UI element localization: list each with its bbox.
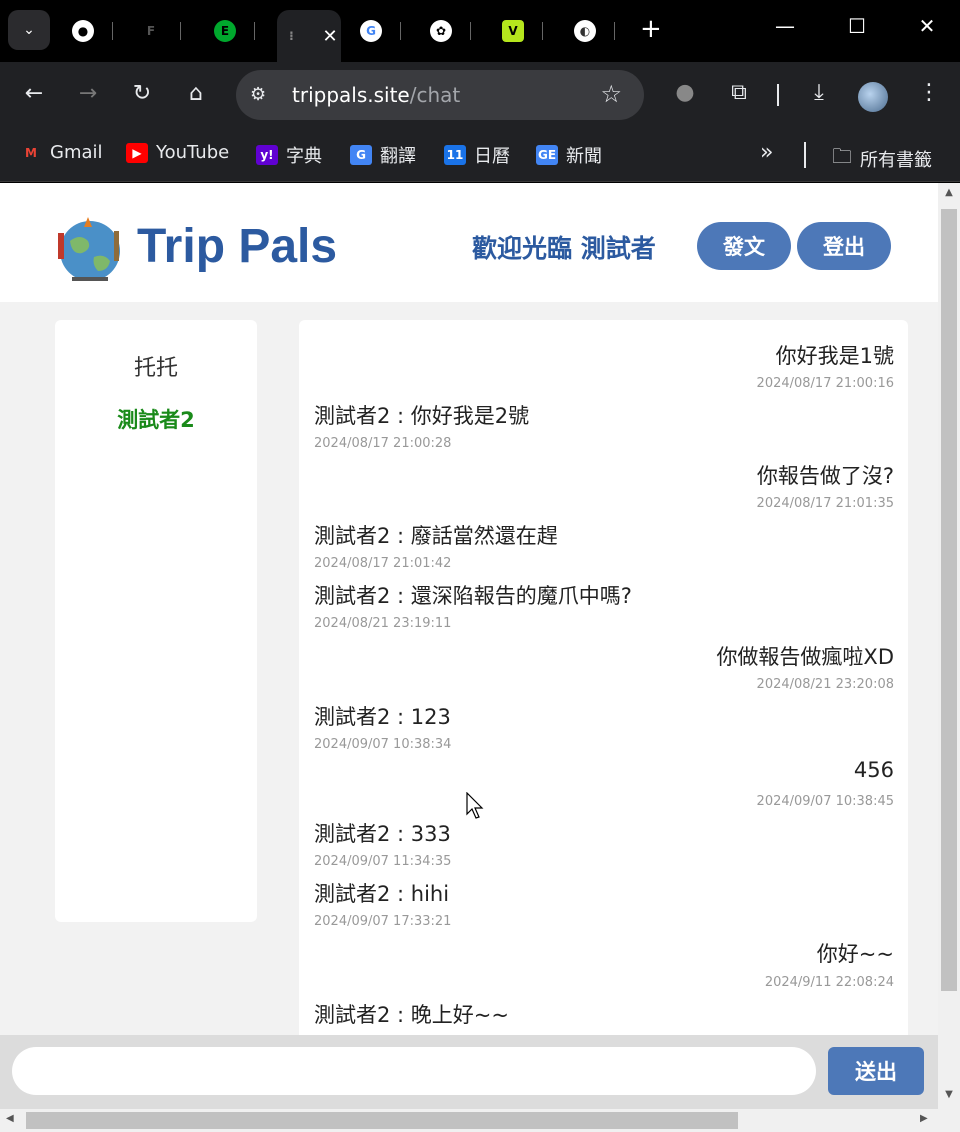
message-timestamp: 2024/08/17 21:01:42: [314, 556, 452, 571]
chat-message-panel[interactable]: 你好我是1號 2024/08/17 21:00:16 測試者2 : 你好我是2號…: [299, 320, 908, 1109]
message-timestamp: 2024/09/07 10:38:45: [756, 794, 894, 809]
bookmark-gmail[interactable]: M Gmail: [20, 142, 103, 163]
bookmarks-bar: M Gmail ▶ YouTube y! 字典 G 翻譯 11 日曆 GE 新聞…: [0, 128, 960, 182]
extensions-puzzle-icon[interactable]: ⧉: [724, 80, 754, 105]
youtube-icon: ▶: [126, 142, 148, 163]
contact-item-active[interactable]: 測試者2: [55, 404, 257, 434]
more-bookmarks-icon[interactable]: »: [760, 140, 773, 165]
bookmark-translate[interactable]: G 翻譯: [350, 142, 416, 168]
profile-avatar[interactable]: [858, 82, 888, 112]
all-bookmarks-folder[interactable]: 🗀 所有書籤: [832, 142, 932, 176]
back-icon[interactable]: ←: [20, 82, 48, 106]
browser-tab[interactable]: ◐: [574, 14, 634, 48]
news-icon: GE: [536, 145, 558, 165]
message-timestamp: 2024/08/21 23:19:11: [314, 616, 452, 631]
chat-message-received: 測試者2 : 晚上好~~: [314, 1003, 509, 1027]
chat-message-received: 測試者2 : 廢話當然還在趕: [314, 524, 558, 548]
browser-tab-active[interactable]: ⁝ ✕: [277, 10, 341, 62]
close-tab-icon[interactable]: ✕: [322, 26, 337, 47]
welcome-text: 歡迎光臨 測試者: [472, 234, 656, 263]
google-icon: G: [360, 20, 382, 42]
site-header: Trip Pals 歡迎光臨 測試者 發文 登出: [0, 183, 938, 302]
gmail-icon: M: [25, 145, 37, 160]
browser-tab[interactable]: E: [214, 14, 274, 48]
browser-tab[interactable]: G: [360, 14, 420, 48]
chat-message-sent: 你報告做了沒?: [756, 464, 894, 488]
app-icon: ◐: [574, 20, 596, 42]
vertical-scroll-thumb[interactable]: [941, 209, 957, 991]
site-settings-icon[interactable]: ⚙: [250, 84, 266, 105]
message-timestamp: 2024/08/17 21:01:35: [756, 496, 894, 511]
bookmark-star-icon[interactable]: ☆: [600, 80, 622, 108]
browser-tab[interactable]: ✿: [430, 14, 490, 48]
bookmark-news[interactable]: GE 新聞: [536, 142, 602, 168]
browser-tab[interactable]: V: [502, 14, 562, 48]
evernote-icon: E: [214, 20, 236, 42]
send-button[interactable]: 送出: [828, 1047, 924, 1095]
logout-button[interactable]: 登出: [797, 222, 891, 270]
post-button[interactable]: 發文: [697, 222, 791, 270]
scroll-right-icon[interactable]: ▶: [920, 1113, 928, 1124]
extension-icon[interactable]: ●: [670, 80, 700, 105]
reload-icon[interactable]: ↻: [128, 82, 156, 106]
new-tab-icon[interactable]: +: [640, 16, 662, 42]
figma-icon: F: [146, 24, 156, 38]
chat-message-input[interactable]: [12, 1047, 816, 1095]
github-icon: ●: [72, 20, 94, 42]
chat-message-received: 測試者2 : 123: [314, 705, 451, 729]
message-timestamp: 2024/09/07 10:38:34: [314, 737, 452, 752]
message-timestamp: 2024/09/07 17:33:21: [314, 914, 452, 929]
chat-message-sent: 456: [853, 758, 894, 782]
minimize-icon[interactable]: —: [770, 14, 800, 38]
message-timestamp: 2024/08/17 21:00:16: [756, 376, 894, 391]
chat-message-sent: 你好~~: [816, 942, 894, 966]
chat-contact-list: 托托 測試者2: [55, 320, 257, 922]
more-menu-icon[interactable]: ⋮: [914, 80, 944, 105]
chat-message-received: 測試者2 : hihi: [314, 882, 450, 906]
chat-message-received: 測試者2 : 還深陷報告的魔爪中嗎?: [314, 584, 632, 608]
scroll-up-icon[interactable]: ▲: [938, 187, 960, 198]
url-text[interactable]: trippals.site/chat: [292, 83, 460, 107]
window-close-icon[interactable]: ✕: [912, 14, 942, 38]
openai-icon: ✿: [430, 20, 452, 42]
browser-toolbar: ← → ↻ ⌂ ⚙ trippals.site/chat ☆ ● ⧉ ⤓ ⋮: [0, 62, 960, 128]
forward-icon[interactable]: →: [74, 82, 102, 106]
message-timestamp: 2024/08/17 21:00:28: [314, 436, 452, 451]
maximize-icon[interactable]: ☐: [842, 14, 872, 38]
message-timestamp: 2024/9/11 22:08:24: [764, 975, 894, 990]
globe-logo-icon[interactable]: [48, 211, 132, 291]
mouse-cursor-icon: [466, 792, 484, 819]
horizontal-scrollbar[interactable]: ◀ ▶: [0, 1109, 960, 1132]
download-icon[interactable]: ⤓: [804, 80, 834, 105]
bookmark-calendar[interactable]: 11 日曆: [444, 142, 510, 168]
active-tab-icon: ⁝: [289, 29, 294, 43]
browser-tab[interactable]: F: [140, 14, 200, 48]
browser-tab[interactable]: ●: [72, 14, 132, 48]
bookmark-dictionary[interactable]: y! 字典: [256, 142, 322, 168]
chat-message-sent: 你做報告做瘋啦XD: [716, 645, 894, 669]
yahoo-icon: y!: [256, 145, 278, 165]
contact-item[interactable]: 托托: [55, 350, 257, 382]
translate-icon: G: [350, 145, 372, 165]
folder-icon: 🗀: [832, 144, 852, 168]
browser-tab-strip: ⌄ ● F E ⁝ ✕ G ✿ V ◐ + — ☐ ✕: [0, 0, 960, 62]
v-icon: V: [502, 20, 524, 42]
message-timestamp: 2024/08/21 23:20:08: [756, 677, 894, 692]
brand-title[interactable]: Trip Pals: [137, 219, 337, 274]
message-timestamp: 2024/09/07 11:34:35: [314, 854, 452, 869]
chat-message-received: 測試者2 : 你好我是2號: [314, 404, 530, 428]
chat-message-received: 測試者2 : 333: [314, 822, 451, 846]
page-viewport: Trip Pals 歡迎光臨 測試者 發文 登出 托托 測試者2 你好我是1號 …: [0, 183, 938, 1109]
home-icon[interactable]: ⌂: [182, 82, 210, 106]
scroll-left-icon[interactable]: ◀: [6, 1113, 14, 1124]
vertical-scrollbar[interactable]: ▲ ▼: [938, 183, 960, 1109]
calendar-icon: 11: [444, 145, 466, 165]
bookmark-youtube[interactable]: ▶ YouTube: [126, 142, 229, 163]
tab-search-button[interactable]: ⌄: [8, 10, 50, 50]
chat-input-bar: 送出: [0, 1035, 938, 1109]
chat-message-sent: 你好我是1號: [775, 344, 894, 368]
horizontal-scroll-thumb[interactable]: [26, 1112, 738, 1129]
scroll-down-icon[interactable]: ▼: [938, 1089, 960, 1100]
address-bar[interactable]: ⚙ trippals.site/chat ☆: [236, 70, 644, 120]
